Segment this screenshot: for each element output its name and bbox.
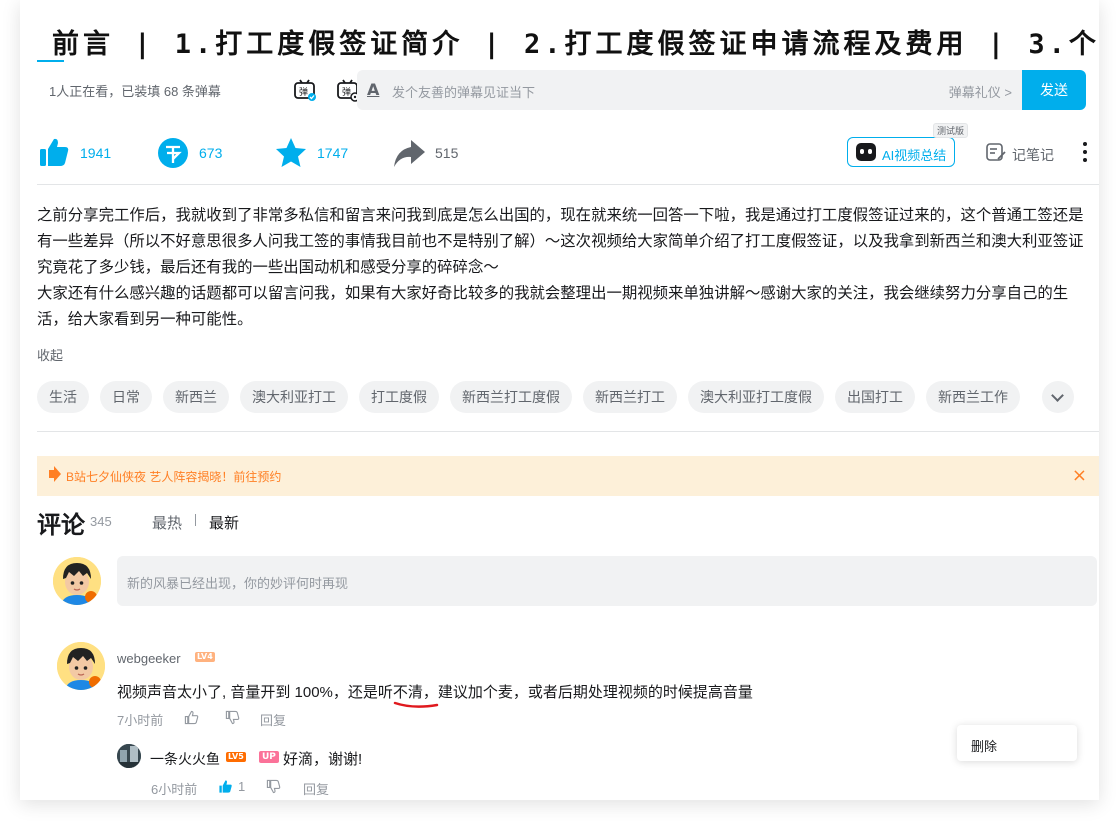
note-label: 记笔记 — [1012, 147, 1054, 163]
send-danmaku-button[interactable]: 发送 — [1022, 70, 1086, 110]
ai-summary-button[interactable]: AI视频总结 — [847, 137, 955, 167]
user-level-badge: LV4 — [195, 652, 215, 662]
thumbs-up-icon[interactable] — [184, 710, 199, 725]
tag-item[interactable]: 新西兰打工度假 — [450, 381, 572, 413]
ai-summary-label: AI视频总结 — [882, 148, 947, 163]
tag-item[interactable]: 新西兰工作 — [926, 381, 1020, 413]
comment-text-part: 视频声音太小了, 音量开到 100%，还是 — [117, 684, 378, 701]
share-arrow-icon — [394, 140, 425, 167]
up-badge: UP — [259, 751, 279, 763]
commenter-username[interactable]: webgeeker — [117, 651, 181, 666]
comment-text-part: ，建议加个麦，或者后期处理视频的时候提高音量 — [422, 684, 753, 701]
action-bar: 1941 673 1747 515 AI视频总结 测试版 记笔记 — [37, 123, 1099, 178]
speaker-icon — [49, 466, 61, 482]
reply-level-badge: LV5 — [226, 752, 246, 762]
tag-item[interactable]: 出国打工 — [835, 381, 915, 413]
sort-new-tab[interactable]: 最新 — [209, 512, 239, 533]
tag-item[interactable]: 澳大利亚打工 — [240, 381, 348, 413]
danmaku-etiquette-link[interactable]: 弹幕礼仪 > — [949, 82, 1012, 101]
sort-separator — [195, 514, 196, 526]
tag-list: 生活 日常 新西兰 澳大利亚打工 打工度假 新西兰打工度假 新西兰打工 澳大利亚打工度假 出国打… — [37, 381, 1031, 413]
tag-item[interactable]: 日常 — [100, 381, 152, 413]
comments-count: 345 — [90, 514, 112, 529]
note-icon — [986, 143, 1006, 161]
tag-item[interactable]: 打工度假 — [359, 381, 439, 413]
star-icon — [276, 138, 306, 167]
share-count: 515 — [435, 145, 459, 161]
reply-like-count: 1 — [238, 779, 246, 794]
divider — [37, 184, 1099, 185]
close-icon[interactable]: × — [1072, 465, 1087, 486]
comment-input[interactable]: 新的风暴已经出现，你的妙评何时再现 — [117, 556, 1097, 606]
chapter-bar[interactable]: 前言 | 1.打工度假签证简介 | 2.打工度假签证申请流程及费用 | 3.个人… — [37, 0, 1099, 62]
thumbs-down-icon[interactable] — [225, 710, 240, 725]
announcement-text[interactable]: B站七夕仙侠夜 艺人阵容揭晓！前往预约 — [66, 468, 281, 485]
tag-item[interactable]: 新西兰打工 — [583, 381, 677, 413]
commenter-avatar[interactable] — [57, 642, 105, 690]
coin-icon — [158, 138, 188, 168]
chapter-active-indicator — [37, 60, 64, 62]
danmaku-placeholder: 发个友善的弹幕见证当下 — [392, 85, 536, 100]
comment-context-menu: 删除 — [957, 725, 1077, 761]
beta-badge: 测试版 — [933, 123, 969, 138]
reply-link[interactable]: 回复 — [303, 779, 329, 798]
description-paragraph-2: 大家还有什么感兴趣的话题都可以留言问我，如果有大家好奇比较多的我就会整理出一期视… — [37, 285, 1069, 328]
reply-avatar[interactable] — [117, 744, 141, 768]
comment-time: 7小时前 — [117, 713, 164, 728]
danmaku-input[interactable]: A 发个友善的弹幕见证当下 弹幕礼仪 > — [357, 70, 1022, 110]
video-page: 前言 | 1.打工度假签证简介 | 2.打工度假签证申请流程及费用 | 3.个人… — [20, 0, 1099, 800]
svg-text:弹: 弹 — [299, 86, 308, 98]
coin-count: 673 — [199, 145, 223, 161]
svg-text:弹: 弹 — [342, 86, 351, 98]
reply-username[interactable]: 一条火火鱼 — [150, 749, 220, 769]
more-options-icon[interactable] — [1083, 142, 1087, 166]
comment-text: 视频声音太小了, 音量开到 100%，还是听不清，建议加个麦，或者后期处理视频的… — [117, 681, 753, 702]
my-avatar[interactable] — [53, 557, 101, 605]
danmaku-bar: 1人正在看，已装填 68 条弹幕 弹 弹 A 发个友善的弹幕见证当下 弹幕礼仪 … — [37, 70, 1099, 110]
description-paragraph-1: 之前分享完工作后，我就收到了非常多私信和留言来问我到底是怎么出国的，现在就来统一… — [37, 207, 1084, 276]
reply-time: 6小时前 — [151, 782, 198, 797]
chapter-list[interactable]: 前言 | 1.打工度假签证简介 | 2.打工度假签证申请流程及费用 | 3.个人… — [52, 22, 1099, 61]
thumbs-up-icon — [40, 138, 69, 166]
sort-hot-tab[interactable]: 最热 — [152, 512, 182, 533]
comments-title: 评论 — [37, 511, 85, 539]
divider — [37, 431, 1099, 432]
danmaku-status: 1人正在看，已装填 68 条弹幕 — [49, 84, 221, 99]
reply-link[interactable]: 回复 — [260, 710, 286, 729]
reply-text: 好滴，谢谢! — [283, 751, 363, 768]
red-underline-annotation — [393, 701, 439, 708]
comment-text-highlight: 听不清 — [377, 684, 423, 701]
robot-icon — [856, 143, 876, 161]
comment-placeholder: 新的风暴已经出现，你的妙评何时再现 — [127, 576, 349, 591]
thumbs-down-icon[interactable] — [266, 779, 281, 794]
tag-item[interactable]: 澳大利亚打工度假 — [688, 381, 824, 413]
favorite-count: 1747 — [317, 145, 349, 161]
delete-menu-item[interactable]: 删除 — [971, 736, 997, 755]
tag-item[interactable]: 新西兰 — [163, 381, 229, 413]
collapse-toggle[interactable]: 收起 — [37, 345, 63, 364]
announcement-banner[interactable]: B站七夕仙侠夜 艺人阵容揭晓！前往预约 × — [37, 456, 1099, 496]
video-description: 之前分享完工作后，我就收到了非常多私信和留言来问我到底是怎么出国的，现在就来统一… — [37, 203, 1097, 333]
danmaku-toggle-icon[interactable]: 弹 — [293, 78, 317, 102]
tag-item[interactable]: 生活 — [37, 381, 89, 413]
like-count: 1941 — [80, 145, 112, 161]
expand-tags-chevron-icon[interactable] — [1042, 381, 1074, 413]
text-style-icon[interactable]: A — [367, 80, 379, 99]
thumbs-up-active-icon[interactable] — [218, 779, 233, 794]
